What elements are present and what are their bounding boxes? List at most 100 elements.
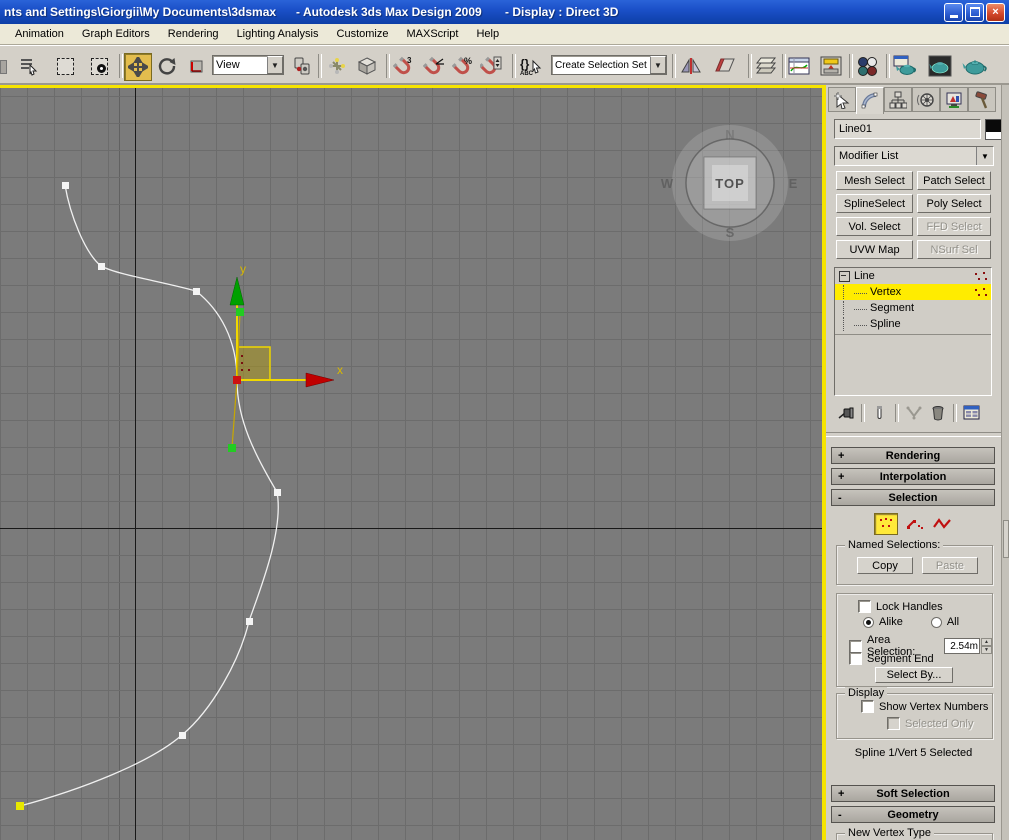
schematic-view-button[interactable] bbox=[818, 53, 844, 79]
spinner-up-icon[interactable]: ▲ bbox=[981, 638, 992, 646]
stack-item-spline[interactable]: Spline bbox=[835, 316, 991, 332]
uvw-map-button[interactable]: UVW Map bbox=[836, 240, 913, 259]
compass-west-label[interactable]: W bbox=[661, 176, 674, 191]
spline-vertices[interactable] bbox=[16, 182, 281, 810]
bezier-handle-out[interactable] bbox=[228, 444, 236, 452]
spinner-down-icon[interactable]: ▼ bbox=[981, 646, 992, 654]
tab-display[interactable] bbox=[940, 87, 968, 112]
tab-utilities[interactable] bbox=[968, 87, 996, 112]
tab-modify[interactable] bbox=[856, 87, 884, 114]
stack-item-line[interactable]: Line bbox=[835, 268, 991, 284]
layer-manager-button[interactable] bbox=[753, 53, 779, 79]
tab-motion[interactable] bbox=[912, 87, 940, 112]
tab-create[interactable] bbox=[828, 87, 856, 112]
rollout-geometry[interactable]: - Geometry bbox=[831, 806, 995, 823]
select-and-scale-button[interactable] bbox=[184, 53, 210, 79]
menu-customize[interactable]: Customize bbox=[328, 26, 398, 42]
lock-handles-checkbox[interactable] bbox=[858, 600, 871, 613]
select-by-name-button[interactable] bbox=[16, 53, 42, 79]
scrollbar-handle[interactable] bbox=[1003, 520, 1009, 558]
mesh-select-button[interactable]: Mesh Select bbox=[836, 171, 913, 190]
quick-render-button[interactable] bbox=[962, 53, 988, 79]
menu-maxscript[interactable]: MAXScript bbox=[397, 26, 467, 42]
poly-select-button[interactable]: Poly Select bbox=[917, 194, 991, 213]
spline-subobject-button[interactable] bbox=[932, 514, 954, 534]
bezier-handle-in[interactable] bbox=[236, 308, 244, 316]
viewport-canvas[interactable]: TOP N W E S y x bbox=[0, 85, 822, 840]
select-and-move-button[interactable] bbox=[124, 53, 152, 81]
vertex-marker[interactable] bbox=[193, 288, 200, 295]
angle-snap-button[interactable] bbox=[421, 53, 447, 79]
use-pivot-point-center-button[interactable] bbox=[289, 53, 315, 79]
select-by-button[interactable]: Select By... bbox=[875, 667, 953, 683]
vol-select-button[interactable]: Vol. Select bbox=[836, 217, 913, 236]
spinner-snap-button[interactable] bbox=[478, 53, 504, 79]
top-viewport[interactable]: TOP N W E S y x bbox=[0, 85, 826, 840]
rollout-rendering[interactable]: + Rendering bbox=[831, 447, 995, 464]
modifier-list-dropdown[interactable]: Modifier List ▼ bbox=[834, 146, 994, 166]
close-button[interactable]: × bbox=[986, 3, 1005, 22]
gizmo-y-arrowhead[interactable] bbox=[230, 277, 244, 305]
edit-named-selection-sets-button[interactable]: {} ABC bbox=[518, 53, 544, 79]
compass-east-label[interactable]: E bbox=[789, 176, 798, 191]
move-gizmo[interactable]: y x bbox=[230, 262, 343, 387]
snaps-toggle-button[interactable]: 3 bbox=[391, 53, 417, 79]
area-selection-value[interactable]: 2.54m bbox=[944, 638, 980, 654]
menu-animation[interactable]: Animation bbox=[6, 26, 73, 42]
command-panel-scrollbar[interactable] bbox=[1001, 85, 1009, 840]
select-and-manipulate-button[interactable] bbox=[324, 53, 350, 79]
vertex-marker[interactable] bbox=[179, 732, 186, 739]
compass-south-label[interactable]: S bbox=[726, 225, 735, 240]
stack-item-segment[interactable]: Segment bbox=[835, 300, 991, 316]
vertex-marker[interactable] bbox=[98, 263, 105, 270]
mirror-button[interactable] bbox=[678, 53, 704, 79]
compass-north-label[interactable]: N bbox=[725, 127, 734, 142]
menu-help[interactable]: Help bbox=[467, 26, 508, 42]
rollout-interpolation[interactable]: + Interpolation bbox=[831, 468, 995, 485]
area-selection-spinner[interactable]: 2.54m ▲▼ bbox=[944, 638, 992, 654]
copy-button[interactable]: Copy bbox=[857, 557, 913, 574]
pin-stack-button[interactable] bbox=[834, 403, 858, 423]
segment-end-checkbox[interactable] bbox=[849, 652, 862, 665]
show-end-result-button[interactable] bbox=[868, 403, 892, 423]
configure-modifier-sets-button[interactable] bbox=[960, 403, 984, 423]
stack-item-vertex[interactable]: Vertex bbox=[835, 284, 991, 300]
show-vertex-numbers-checkbox[interactable] bbox=[861, 700, 874, 713]
render-setup-button[interactable] bbox=[892, 53, 918, 79]
menu-lighting-analysis[interactable]: Lighting Analysis bbox=[228, 26, 328, 42]
view-cube[interactable]: TOP N W E S bbox=[661, 125, 798, 241]
viewcube-top-label[interactable]: TOP bbox=[715, 176, 745, 191]
keyboard-shortcut-override-button[interactable] bbox=[354, 53, 380, 79]
rollout-selection[interactable]: - Selection bbox=[831, 489, 995, 506]
rendered-frame-window-button[interactable] bbox=[927, 53, 953, 79]
object-name-field[interactable]: Line01 bbox=[834, 119, 981, 139]
tab-hierarchy[interactable] bbox=[884, 87, 912, 112]
gizmo-x-arrowhead[interactable] bbox=[306, 373, 334, 387]
vertex-subobject-button[interactable] bbox=[874, 513, 898, 535]
vertex-marker[interactable] bbox=[274, 489, 281, 496]
collapse-minus-icon[interactable] bbox=[839, 271, 850, 282]
spline-select-button[interactable]: SplineSelect bbox=[836, 194, 913, 213]
restore-button[interactable] bbox=[965, 3, 984, 22]
window-crossing-toggle-button[interactable] bbox=[86, 53, 112, 79]
curve-editor-button[interactable] bbox=[786, 53, 812, 79]
vertex-marker[interactable] bbox=[62, 182, 69, 189]
vertex-marker[interactable] bbox=[246, 618, 253, 625]
all-radio[interactable] bbox=[931, 617, 942, 628]
select-and-rotate-button[interactable] bbox=[154, 53, 180, 79]
patch-select-button[interactable]: Patch Select bbox=[917, 171, 991, 190]
first-vertex-marker[interactable] bbox=[16, 802, 24, 810]
rectangular-selection-region-button[interactable] bbox=[52, 53, 78, 79]
align-button[interactable] bbox=[712, 53, 738, 79]
material-editor-button[interactable] bbox=[854, 53, 880, 79]
menu-rendering[interactable]: Rendering bbox=[159, 26, 228, 42]
reference-coordinate-system-dropdown[interactable]: View ▼ bbox=[212, 55, 284, 75]
spline-curve[interactable] bbox=[20, 185, 278, 806]
selected-vertex-marker[interactable] bbox=[233, 376, 241, 384]
area-selection-checkbox[interactable] bbox=[849, 640, 862, 653]
rollout-soft-selection[interactable]: + Soft Selection bbox=[831, 785, 995, 802]
alike-radio[interactable] bbox=[863, 617, 874, 628]
minimize-button[interactable] bbox=[944, 3, 963, 22]
segment-subobject-button[interactable] bbox=[904, 514, 926, 534]
percent-snap-button[interactable]: % bbox=[450, 53, 476, 79]
